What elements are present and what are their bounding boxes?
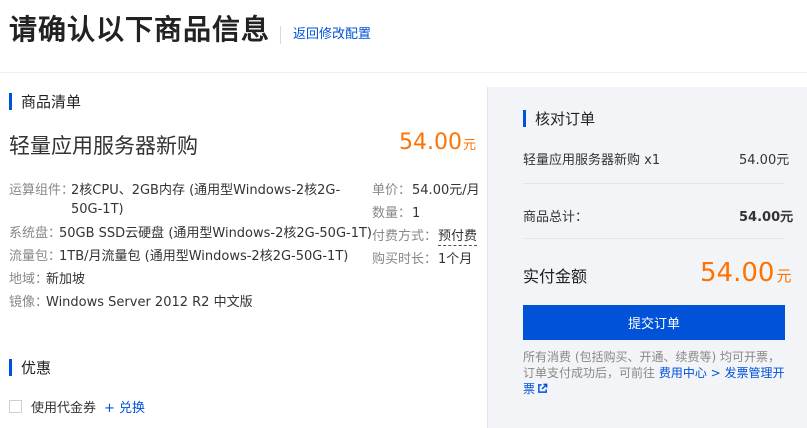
product-name: 轻量应用服务器新购 — [9, 134, 198, 158]
pay-amount-unit: 元 — [776, 267, 792, 285]
section-accent-bar — [523, 110, 526, 127]
spec-value: 2核CPU、2GB内存 (通用型Windows-2核2G-50G-1T) — [71, 183, 341, 217]
spec-key: 系统盘： — [9, 226, 62, 241]
summary-item-price: 54.00元 — [739, 153, 790, 168]
external-link-icon — [538, 383, 548, 393]
spec-row-disk: 系统盘： 50GB SSD云硬盘 (通用型Windows-2核2G-50G-1T… — [9, 224, 373, 243]
meta-key: 单价： — [372, 183, 412, 198]
spec-key: 镜像： — [9, 295, 49, 310]
spec-key: 流量包： — [9, 249, 62, 264]
spec-value: 新加坡 — [46, 272, 86, 287]
billing-mode-value[interactable]: 预付费 — [438, 229, 478, 246]
product-price-value: 54.00 — [399, 130, 462, 155]
section-accent-bar — [9, 93, 12, 110]
product-price: 54.00元 — [399, 130, 476, 155]
meta-value: 1 — [412, 206, 421, 221]
meta-row-billing: 付费方式：预付费 — [372, 227, 478, 246]
header-divider — [0, 72, 807, 73]
use-coupon-checkbox[interactable] — [9, 400, 22, 413]
product-price-unit: 元 — [462, 138, 476, 153]
meta-value: 1个月 — [438, 252, 473, 267]
meta-key: 付费方式： — [372, 229, 438, 244]
summary-divider — [523, 238, 785, 239]
page-title: 请确认以下商品信息 — [9, 13, 271, 46]
discount-heading: 优惠 — [9, 357, 51, 378]
spec-key: 地域： — [9, 272, 49, 287]
meta-value: 54.00元/月 — [412, 183, 480, 198]
pay-amount-value: 54.00 — [700, 258, 775, 288]
product-list-heading: 商品清单 — [9, 91, 81, 112]
pay-amount-label: 实付金额 — [523, 267, 588, 286]
spec-row-compute: 运算组件： 2核CPU、2GB内存 (通用型Windows-2核2G-50G-1… — [9, 181, 364, 219]
summary-total-value: 54.00元 — [739, 210, 794, 225]
summary-divider — [523, 183, 785, 184]
redeem-coupon-link[interactable]: + 兑换 — [104, 397, 145, 416]
submit-order-button[interactable]: 提交订单 — [523, 305, 785, 340]
spec-row-region: 地域： 新加坡 — [9, 270, 364, 289]
spec-key: 运算组件： — [9, 183, 75, 198]
meta-key: 数量： — [372, 206, 412, 221]
page-header: 请确认以下商品信息 返回修改配置 — [9, 8, 371, 48]
back-to-config-link[interactable]: 返回修改配置 — [293, 23, 371, 42]
spec-value: Windows Server 2012 R2 中文版 — [46, 295, 253, 310]
spec-row-traffic: 流量包： 1TB/月流量包 (通用型Windows-2核2G-50G-1T) — [9, 247, 364, 266]
use-coupon-label[interactable]: 使用代金券 — [31, 397, 96, 416]
title-divider — [280, 26, 282, 44]
discount-title: 优惠 — [21, 359, 52, 377]
meta-row-duration: 购买时长：1个月 — [372, 250, 472, 269]
summary-item-label: 轻量应用服务器新购 x1 — [523, 153, 661, 168]
spec-row-image: 镜像： Windows Server 2012 R2 中文版 — [9, 293, 364, 312]
meta-key: 购买时长： — [372, 252, 438, 267]
pay-amount: 54.00 元 — [700, 258, 791, 288]
order-summary-title: 核对订单 — [535, 110, 596, 128]
section-accent-bar — [9, 359, 12, 376]
summary-total-label: 商品总计： — [523, 210, 589, 225]
spec-value: 1TB/月流量包 (通用型Windows-2核2G-50G-1T) — [59, 249, 349, 264]
product-list-title: 商品清单 — [21, 93, 82, 111]
meta-row-quantity: 数量：1 — [372, 204, 420, 223]
invoice-note: 所有消费 (包括购买、开通、续费等) 均可开票，订单支付成功后，可前往 费用中心… — [523, 349, 785, 397]
meta-row-unit-price: 单价：54.00元/月 — [372, 181, 480, 200]
order-summary-heading: 核对订单 — [523, 108, 595, 129]
spec-value: 50GB SSD云硬盘 (通用型Windows-2核2G-50G-1T) — [59, 226, 373, 241]
